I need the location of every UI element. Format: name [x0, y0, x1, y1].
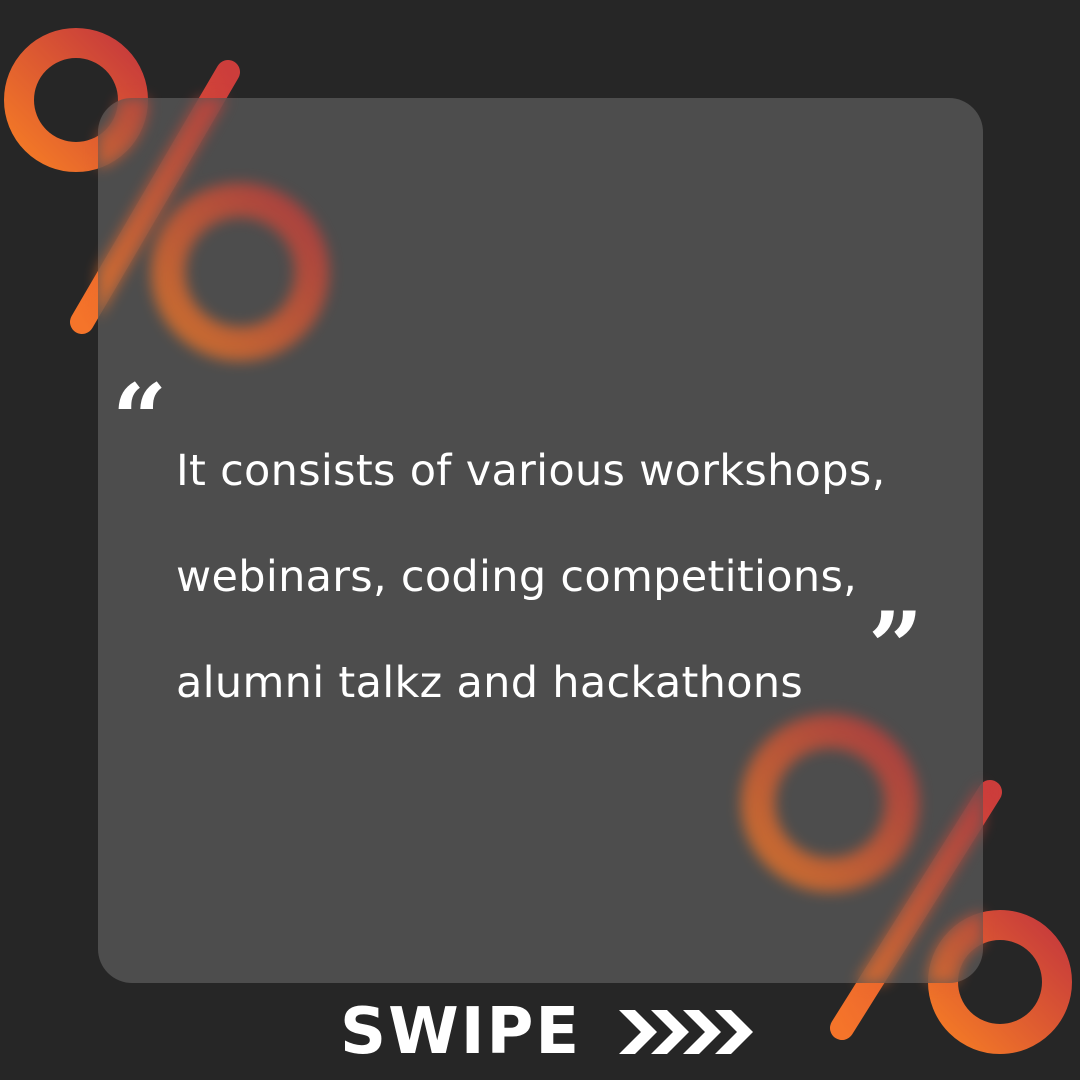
swipe-label: SWIPE: [340, 995, 582, 1069]
swipe-button[interactable]: SWIPE: [340, 992, 755, 1072]
quote-line: It consists of various workshops,: [176, 446, 886, 496]
open-quote-icon: “: [112, 363, 168, 476]
quote-line: alumni talkz and hackathons: [176, 658, 804, 708]
quote-text: It consists of various workshops, webina…: [176, 418, 886, 736]
quote-line: webinars, coding competitions,: [176, 552, 858, 602]
slide-canvas: “ It consists of various workshops, webi…: [0, 0, 1080, 1080]
chevron-arrows-right-icon: [619, 1010, 754, 1054]
close-quote-icon: ”: [868, 591, 924, 704]
